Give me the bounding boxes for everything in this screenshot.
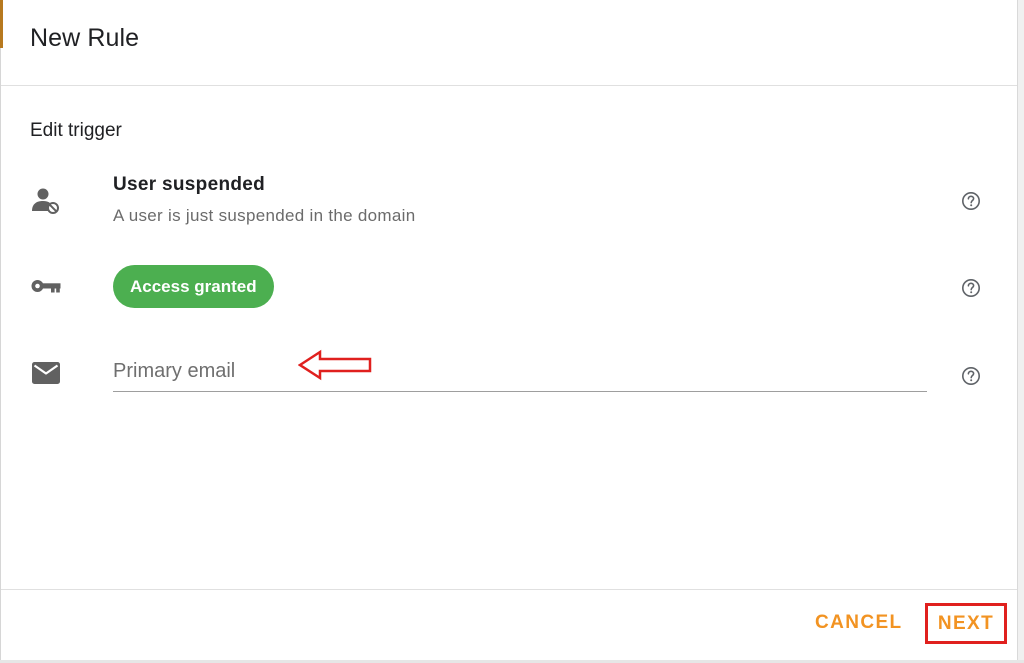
primary-email-input[interactable]: [113, 352, 927, 392]
section-title: Edit trigger: [30, 120, 122, 141]
trigger-description: A user is just suspended in the domain: [113, 206, 416, 225]
key-icon: [30, 270, 62, 302]
dialog: New Rule Edit trigger User suspended A u…: [0, 0, 1024, 663]
right-scroll-track: [1018, 0, 1024, 663]
cancel-button[interactable]: CANCEL: [815, 612, 903, 634]
footer-divider: [1, 589, 1017, 590]
help-icon[interactable]: [960, 277, 982, 299]
left-border: [0, 0, 1, 663]
help-icon[interactable]: [960, 190, 982, 212]
help-icon[interactable]: [960, 365, 982, 387]
next-highlight-box: NEXT: [925, 603, 1007, 644]
annotation-arrow-icon: [298, 349, 372, 381]
left-accent-strip: [0, 0, 3, 48]
mail-icon: [30, 357, 62, 389]
header-divider: [1, 85, 1017, 86]
access-granted-chip[interactable]: Access granted: [113, 265, 274, 308]
trigger-name: User suspended: [113, 174, 266, 195]
dialog-title: New Rule: [30, 24, 140, 52]
user-blocked-icon: [30, 185, 62, 217]
next-button[interactable]: NEXT: [938, 613, 994, 635]
